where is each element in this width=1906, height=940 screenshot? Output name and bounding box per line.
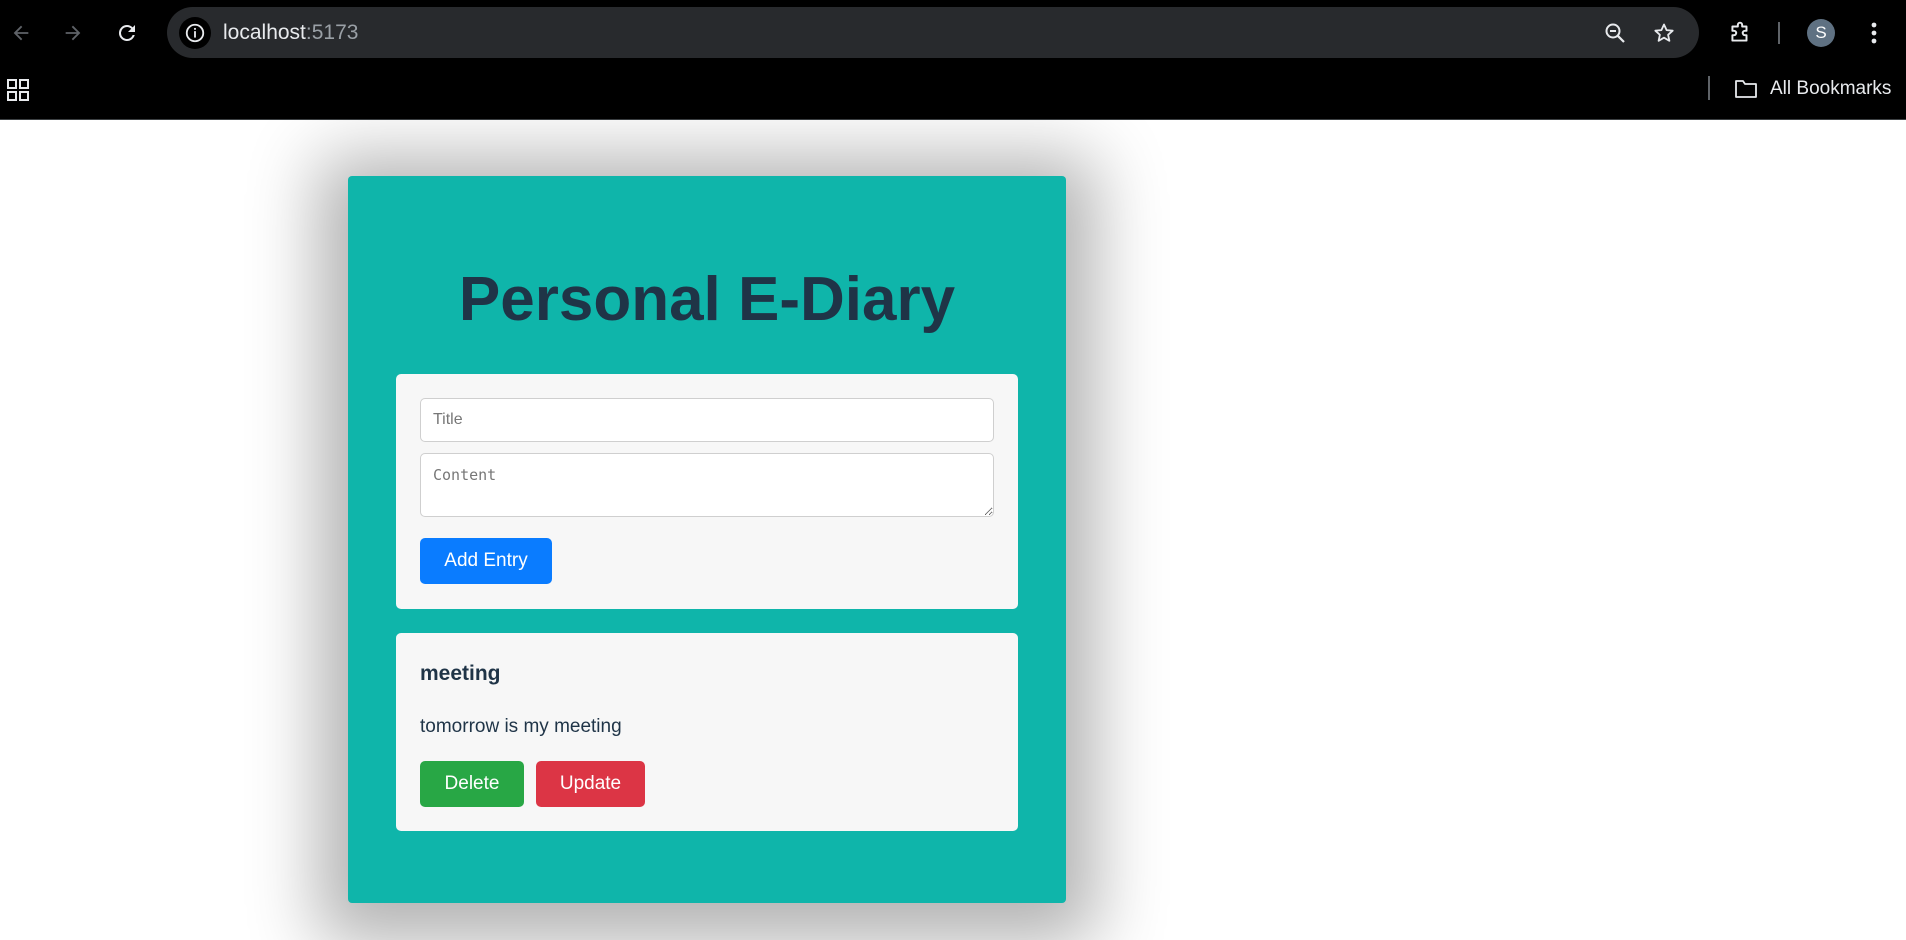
zoom-out-icon xyxy=(1605,23,1625,43)
entry-title: meeting xyxy=(420,662,501,685)
address-bar[interactable]: localhost:5173 xyxy=(167,7,1699,58)
content-textarea[interactable] xyxy=(420,453,994,517)
url-port: :5173 xyxy=(305,21,359,44)
zoom-button[interactable] xyxy=(1602,20,1628,46)
delete-button[interactable]: Delete xyxy=(420,761,524,807)
browser-toolbar: localhost:5173 S xyxy=(0,0,1906,65)
back-arrow-icon xyxy=(13,25,29,41)
back-button[interactable] xyxy=(4,16,38,50)
page-title: Personal E-Diary xyxy=(458,265,956,334)
entry-content: tomorrow is my meeting xyxy=(420,716,622,737)
forward-arrow-icon xyxy=(65,25,81,41)
browser-menu-button[interactable] xyxy=(1862,19,1886,47)
all-bookmarks-button[interactable]: All Bookmarks xyxy=(1734,77,1891,101)
bookmarks-divider xyxy=(1708,76,1710,100)
diary-entry: meeting tomorrow is my meeting Delete Up… xyxy=(396,633,1018,831)
reload-button[interactable] xyxy=(110,16,144,50)
title-input[interactable] xyxy=(420,398,994,442)
apps-button[interactable] xyxy=(6,78,30,102)
bookmarks-bar: All Bookmarks xyxy=(0,65,1906,120)
info-icon xyxy=(185,23,205,43)
site-info-button[interactable] xyxy=(179,17,211,49)
toolbar-divider xyxy=(1778,22,1780,44)
diary-container: Personal E-Diary Add Entry meeting tomor… xyxy=(348,176,1066,903)
extensions-button[interactable] xyxy=(1726,19,1754,47)
profile-avatar[interactable]: S xyxy=(1807,19,1835,47)
url-host: localhost xyxy=(223,21,306,44)
reload-icon xyxy=(118,24,135,41)
entry-form: Add Entry xyxy=(396,374,1018,609)
puzzle-icon xyxy=(1731,21,1748,42)
update-button[interactable]: Update xyxy=(536,761,645,807)
url-text: localhost:5173 xyxy=(223,21,358,45)
all-bookmarks-label: All Bookmarks xyxy=(1770,78,1892,99)
bookmark-star-button[interactable] xyxy=(1651,20,1677,46)
kebab-menu-icon xyxy=(1871,22,1877,44)
folder-icon xyxy=(1735,80,1757,98)
add-entry-button[interactable]: Add Entry xyxy=(420,538,552,584)
apps-grid-icon xyxy=(7,79,29,101)
forward-button[interactable] xyxy=(56,16,90,50)
star-icon xyxy=(1654,23,1674,42)
